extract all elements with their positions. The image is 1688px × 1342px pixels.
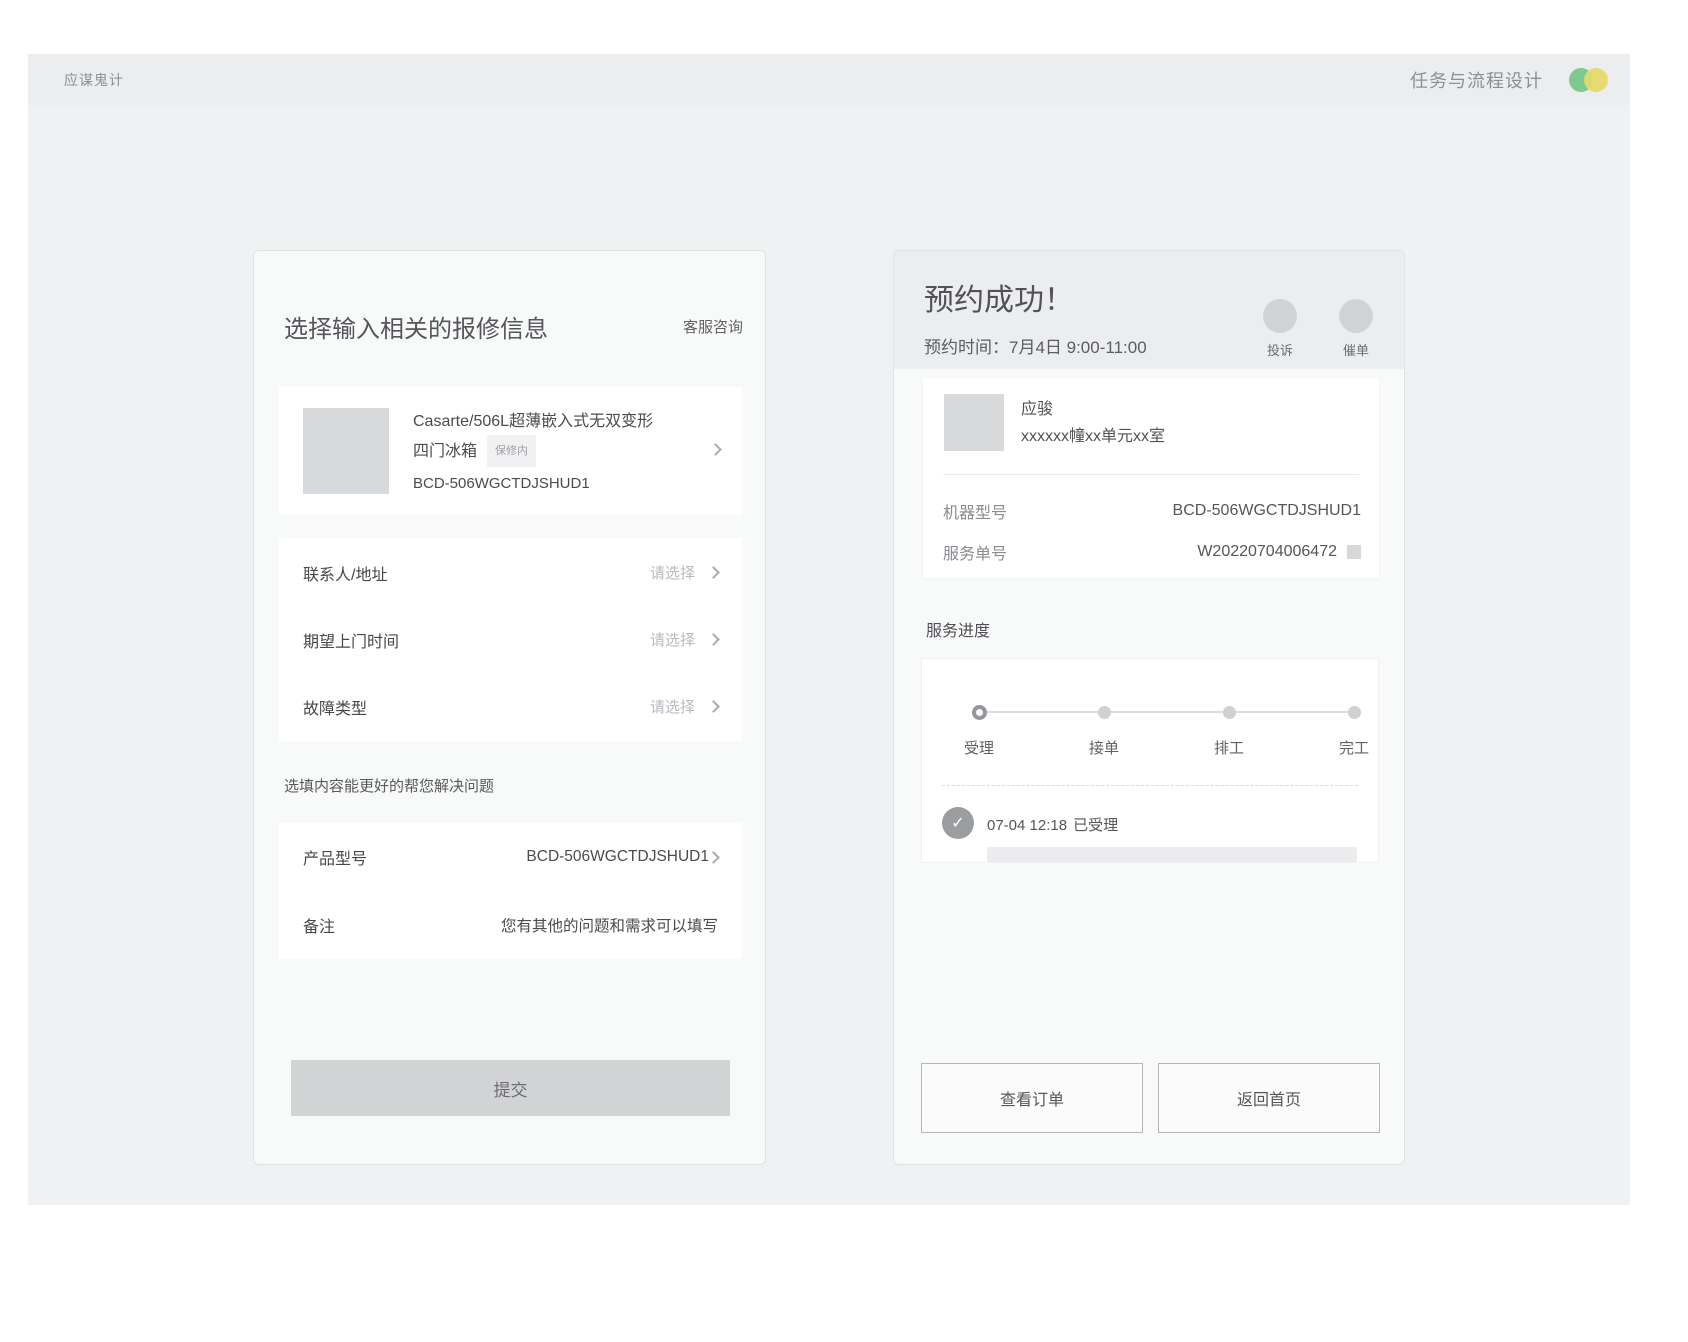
submit-button[interactable]: 提交 bbox=[291, 1060, 730, 1116]
info-divider bbox=[943, 474, 1359, 475]
step-label-taken: 接单 bbox=[1074, 737, 1134, 758]
field-placeholder: 请选择 bbox=[650, 696, 695, 717]
step-dot-done bbox=[1348, 706, 1361, 719]
booking-success-title: 预约成功！ bbox=[924, 275, 1074, 319]
page-label: 任务与流程设计 bbox=[1410, 67, 1543, 93]
workspace-title: 应谋鬼计 bbox=[64, 70, 124, 90]
field-value: BCD-506WGCTDJSHUD1 bbox=[526, 848, 709, 866]
field-label: 期望上门时间 bbox=[303, 628, 399, 652]
timeline-entry: 07-04 12:18 已受理 bbox=[987, 814, 1124, 835]
design-canvas: 应谋鬼计 任务与流程设计 选择输入相关的报修信息 客服咨询 Casarte/50… bbox=[0, 0, 1688, 1342]
status-dots bbox=[1569, 68, 1608, 92]
step-label-accepted: 受理 bbox=[949, 737, 1009, 758]
field-row-contact-address[interactable]: 联系人/地址 请选择 bbox=[303, 539, 718, 606]
user-address: xxxxxx幢xx单元xx室 bbox=[1021, 422, 1165, 446]
warranty-badge: 保修内 bbox=[487, 435, 536, 467]
user-name: 应骏 bbox=[1021, 395, 1053, 419]
step-label-scheduled: 排工 bbox=[1199, 737, 1259, 758]
field-label: 产品型号 bbox=[303, 845, 367, 869]
product-name: Casarte/506L超薄嵌入式无双变形 四门冰箱保修内 bbox=[413, 409, 653, 467]
info-label: 服务单号 bbox=[943, 540, 1007, 564]
complaint-action[interactable]: 投诉 bbox=[1256, 299, 1304, 359]
chevron-right-icon bbox=[707, 851, 720, 864]
user-avatar-placeholder bbox=[944, 394, 1004, 451]
complaint-label: 投诉 bbox=[1267, 340, 1293, 359]
urge-order-action[interactable]: 催单 bbox=[1332, 299, 1380, 359]
product-name-line1: Casarte/506L超薄嵌入式无双变形 bbox=[413, 413, 653, 430]
product-name-line2: 四门冰箱 bbox=[413, 443, 477, 460]
step-dot-scheduled bbox=[1223, 706, 1236, 719]
service-progress-card: 受理 接单 排工 完工 ✓ 07-04 12:18已受理 bbox=[921, 658, 1379, 863]
order-info-card: 应骏 xxxxxx幢xx单元xx室 机器型号 BCD-506WGCTDJSHUD… bbox=[923, 378, 1379, 578]
field-row-visit-time[interactable]: 期望上门时间 请选择 bbox=[303, 606, 718, 673]
info-value: W20220704006472 bbox=[1197, 543, 1337, 561]
complaint-icon bbox=[1263, 299, 1297, 333]
chevron-right-icon bbox=[707, 700, 720, 713]
field-label: 联系人/地址 bbox=[303, 561, 387, 585]
customer-service-link[interactable]: 客服咨询 bbox=[683, 316, 743, 337]
order-info-rows: 机器型号 BCD-506WGCTDJSHUD1 服务单号 W2022070400… bbox=[943, 490, 1361, 572]
booking-header-actions: 投诉 催单 bbox=[1256, 299, 1380, 359]
urge-order-label: 催单 bbox=[1343, 340, 1369, 359]
urge-order-icon bbox=[1339, 299, 1373, 333]
repair-form-screen: 选择输入相关的报修信息 客服咨询 Casarte/506L超薄嵌入式无双变形 四… bbox=[253, 250, 766, 1165]
info-value: BCD-506WGCTDJSHUD1 bbox=[1173, 502, 1361, 520]
chevron-right-icon bbox=[707, 633, 720, 646]
info-label: 机器型号 bbox=[943, 499, 1007, 523]
booking-time: 预约时间：7月4日 9:00-11:00 bbox=[924, 333, 1147, 358]
field-row-product-model[interactable]: 产品型号 BCD-506WGCTDJSHUD1 bbox=[303, 823, 718, 891]
timeline-status: 已受理 bbox=[1073, 817, 1118, 834]
chevron-right-icon bbox=[709, 443, 722, 456]
field-label: 备注 bbox=[303, 913, 335, 937]
step-label-done: 完工 bbox=[1324, 737, 1384, 758]
product-info: Casarte/506L超薄嵌入式无双变形 四门冰箱保修内 BCD-506WGC… bbox=[413, 408, 653, 494]
booking-success-screen: 预约成功！ 预约时间：7月4日 9:00-11:00 投诉 催单 应骏 xxxx… bbox=[893, 250, 1405, 1165]
back-home-button[interactable]: 返回首页 bbox=[1158, 1063, 1380, 1133]
copy-icon[interactable] bbox=[1347, 545, 1361, 559]
repair-form-title: 选择输入相关的报修信息 bbox=[284, 309, 548, 344]
optional-fields-group: 产品型号 BCD-506WGCTDJSHUD1 备注 您有其他的问题和需求可以填… bbox=[279, 823, 742, 959]
dashed-divider bbox=[942, 785, 1358, 786]
timeline-time: 07-04 12:18 bbox=[987, 817, 1067, 834]
check-icon: ✓ bbox=[942, 807, 974, 839]
field-placeholder: 请选择 bbox=[650, 629, 695, 650]
field-label: 故障类型 bbox=[303, 695, 367, 719]
top-bar: 应谋鬼计 任务与流程设计 bbox=[28, 54, 1630, 105]
top-bar-right: 任务与流程设计 bbox=[1410, 67, 1608, 93]
yellow-dot-icon bbox=[1584, 68, 1608, 92]
product-image-placeholder bbox=[303, 408, 389, 494]
field-row-remarks[interactable]: 备注 您有其他的问题和需求可以填写 bbox=[303, 891, 718, 959]
service-order-row: 服务单号 W20220704006472 bbox=[943, 531, 1361, 572]
chevron-right-icon bbox=[707, 566, 720, 579]
machine-model-row: 机器型号 BCD-506WGCTDJSHUD1 bbox=[943, 490, 1361, 531]
optional-section-hint: 选填内容能更好的帮您解决问题 bbox=[284, 775, 494, 796]
view-order-button[interactable]: 查看订单 bbox=[921, 1063, 1143, 1133]
field-placeholder: 请选择 bbox=[650, 562, 695, 583]
timeline-skeleton-bar bbox=[987, 847, 1357, 862]
steps-connector-line bbox=[979, 711, 1354, 713]
product-summary-card[interactable]: Casarte/506L超薄嵌入式无双变形 四门冰箱保修内 BCD-506WGC… bbox=[279, 387, 742, 515]
step-dot-taken bbox=[1098, 706, 1111, 719]
field-row-fault-type[interactable]: 故障类型 请选择 bbox=[303, 673, 718, 740]
product-model-code: BCD-506WGCTDJSHUD1 bbox=[413, 475, 653, 492]
repair-form-header: 选择输入相关的报修信息 客服咨询 bbox=[284, 309, 743, 344]
service-progress-title: 服务进度 bbox=[926, 617, 990, 641]
field-value: 您有其他的问题和需求可以填写 bbox=[501, 914, 718, 936]
required-fields-group: 联系人/地址 请选择 期望上门时间 请选择 故障类型 请选择 bbox=[279, 538, 742, 741]
booking-header: 预约成功！ 预约时间：7月4日 9:00-11:00 投诉 催单 bbox=[894, 251, 1404, 369]
step-dot-accepted bbox=[972, 705, 987, 720]
